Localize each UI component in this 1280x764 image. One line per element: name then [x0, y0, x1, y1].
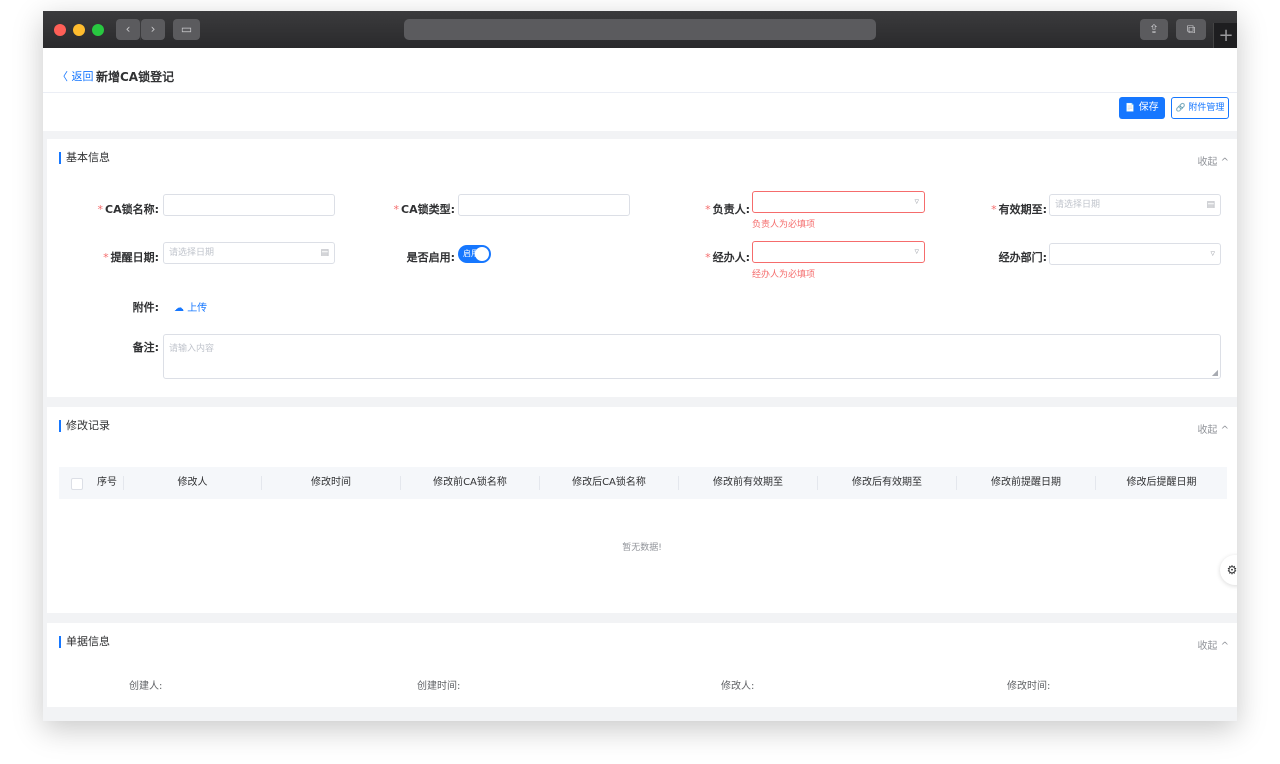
sliders-icon: ⚙	[1226, 563, 1237, 577]
document-info-section: 单据信息 收起 ^ 创建人: 创建时间: 修改人: 修改时间:	[47, 623, 1237, 707]
handler-dept-select[interactable]: ▿	[1049, 243, 1221, 265]
column-header: 修改后提醒日期	[1126, 477, 1197, 488]
collapse-toggle[interactable]: 收起 ^	[1197, 421, 1229, 436]
browser-forward-button[interactable]: ›	[141, 19, 165, 40]
upload-label: 上传	[187, 303, 208, 314]
resize-handle-icon[interactable]: ◢	[1212, 368, 1218, 377]
attachment-label: 附件:	[132, 301, 159, 314]
new-tab-button[interactable]: +	[1213, 23, 1237, 48]
modified-time-label: 修改时间:	[1007, 681, 1051, 692]
address-bar[interactable]	[404, 19, 876, 40]
modifier-label: 修改人:	[721, 681, 755, 692]
page-header: 〈 返回 新增CA锁登记	[43, 48, 1237, 93]
handler-dept-label: 经办部门:	[998, 251, 1047, 264]
created-time-label: 创建时间:	[417, 681, 461, 692]
select-arrow-icon: ▿	[914, 247, 919, 257]
basic-info-section: 基本信息 收起 ^ * CA锁名称: * CA锁类型: * 负责人: ▿ 负责人为必填…	[47, 139, 1237, 397]
attachment-manage-label: 附件管理	[1188, 103, 1225, 113]
browser-window: ‹ › ▭ ⇪ ⧉ + 〈 返回 新增CA锁登记 📄 保存 🔗 附件管理 基本信…	[43, 11, 1237, 721]
column-header: 修改前有效期至	[713, 477, 783, 488]
sidebar-icon: ▭	[180, 22, 193, 36]
plus-icon: +	[1218, 25, 1234, 46]
creator-label: 创建人:	[129, 681, 163, 692]
column-header: 修改前提醒日期	[991, 477, 1061, 488]
attachment-manage-button[interactable]: 🔗 附件管理	[1171, 97, 1229, 119]
remark-label: 备注:	[132, 341, 159, 354]
minimize-window-button[interactable]	[73, 24, 85, 36]
column-header: 修改前CA锁名称	[433, 477, 507, 488]
valid-until-datepicker[interactable]: 请选择日期 ▤	[1049, 194, 1221, 216]
share-icon: ⇪	[1148, 22, 1160, 36]
enabled-label: 是否启用:	[406, 251, 455, 264]
paperclip-icon: 🔗	[1175, 103, 1186, 112]
enabled-switch[interactable]: 启用	[458, 245, 491, 263]
ca-name-label: * CA锁名称:	[97, 203, 160, 216]
empty-state: 暂无数据!	[622, 543, 662, 553]
collapse-toggle[interactable]: 收起 ^	[1197, 637, 1229, 652]
modification-record-section: 修改记录 收起 ^ 序号 修改人 修改时间 修改前CA锁名称 修改后CA锁名称 …	[47, 407, 1237, 613]
column-header: 序号	[97, 477, 117, 488]
owner-select[interactable]: ▿	[752, 191, 925, 213]
calendar-icon: ▤	[1206, 200, 1215, 210]
remark-textarea[interactable]: 请输入内容 ◢	[163, 334, 1221, 379]
section-title: 基本信息	[59, 152, 110, 164]
section-title: 单据信息	[59, 636, 110, 648]
select-arrow-icon: ▿	[1210, 249, 1215, 259]
calendar-icon: ▤	[320, 248, 329, 258]
toolbar-divider	[140, 19, 141, 40]
cloud-upload-icon: ☁	[174, 303, 184, 314]
tabs-icon: ⧉	[1186, 22, 1196, 36]
handler-label: * 经办人:	[705, 251, 750, 264]
column-header: 修改时间	[311, 477, 351, 488]
column-settings-button[interactable]: ⚙	[1220, 555, 1237, 585]
chevron-left-icon: ‹	[125, 22, 131, 36]
share-button[interactable]: ⇪	[1140, 19, 1168, 40]
ca-type-input[interactable]	[458, 194, 630, 216]
document-icon: 📄	[1125, 103, 1136, 112]
column-header: 修改后有效期至	[852, 477, 922, 488]
table-header: 序号 修改人 修改时间 修改前CA锁名称 修改后CA锁名称 修改前有效期至 修改…	[59, 467, 1227, 499]
save-button[interactable]: 📄 保存	[1119, 97, 1165, 119]
handler-select[interactable]: ▿	[752, 241, 925, 263]
action-toolbar: 📄 保存 🔗 附件管理	[43, 93, 1237, 131]
maximize-window-button[interactable]	[92, 24, 104, 36]
valid-until-label: * 有效期至:	[991, 203, 1047, 216]
remind-date-datepicker[interactable]: 请选择日期 ▤	[163, 242, 335, 264]
owner-label: * 负责人:	[705, 203, 750, 216]
owner-error: 负责人为必填项	[752, 220, 816, 230]
browser-back-button[interactable]: ‹	[116, 19, 140, 40]
tab-overview-button[interactable]: ⧉	[1176, 19, 1206, 40]
save-button-label: 保存	[1138, 102, 1159, 113]
back-link[interactable]: 〈 返回	[57, 68, 94, 84]
title-bar: ‹ › ▭ ⇪ ⧉ +	[43, 11, 1237, 48]
sidebar-toggle-button[interactable]: ▭	[173, 19, 200, 40]
collapse-toggle[interactable]: 收起 ^	[1197, 153, 1229, 168]
page-title: 新增CA锁登记	[96, 70, 175, 84]
column-header: 修改后CA锁名称	[572, 477, 646, 488]
section-title: 修改记录	[59, 420, 110, 432]
handler-error: 经办人为必填项	[752, 270, 816, 280]
remind-date-label: * 提醒日期:	[103, 251, 159, 264]
close-window-button[interactable]	[54, 24, 66, 36]
select-all-checkbox[interactable]	[71, 478, 83, 490]
chevron-right-icon: ›	[150, 22, 156, 36]
upload-button[interactable]: ☁ 上传	[174, 299, 207, 314]
switch-knob	[475, 247, 489, 261]
ca-name-input[interactable]	[163, 194, 335, 216]
column-header: 修改人	[177, 477, 208, 488]
ca-type-label: * CA锁类型:	[393, 203, 456, 216]
select-arrow-icon: ▿	[914, 197, 919, 207]
